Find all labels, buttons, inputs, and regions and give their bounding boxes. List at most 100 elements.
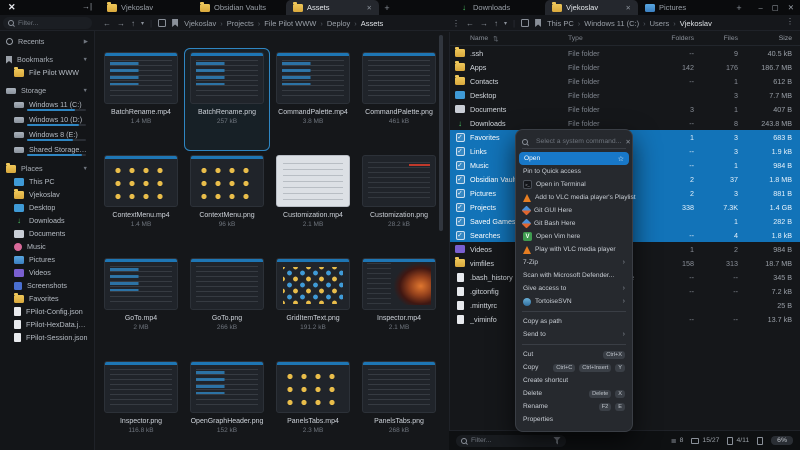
back-icon[interactable]: ← [466,19,474,28]
breadcrumb-segment-assets[interactable]: Assets [361,19,384,28]
menu-item-add-to-vlc-media-player-s-playlist[interactable]: Add to VLC media player's Playlist [516,191,632,204]
sort-icon[interactable]: ⇅ [493,35,498,43]
menu-item-copy[interactable]: CopyCtrl+CCtrl+InsertY [516,361,632,374]
left-breadcrumb[interactable]: Vjekoslav›Projects›File Pilot WWW›Deploy… [184,19,383,28]
sidebar-toggle-icon[interactable]: →| [82,2,92,11]
menu-item-copy-as-path[interactable]: Copy as path [516,315,632,328]
column-size[interactable]: Size [738,35,800,42]
document-icon[interactable] [757,437,763,445]
chevron-right-icon[interactable]: ▶ [84,39,88,45]
menu-item-properties[interactable]: Properties [516,413,632,426]
sidebar-item-desktop[interactable]: Desktop [0,201,94,214]
tab-downloads[interactable]: ↓Downloads [452,0,545,15]
grid-item-customization-mp4[interactable]: Customization.mp42.1 MB [270,151,356,254]
menu-item-rename[interactable]: RenameF2E [516,400,632,413]
checkbox-checked-icon[interactable]: ✓ [456,161,465,170]
grid-item-inspector-mp4[interactable]: Inspector.mp42.1 MB [356,254,442,357]
checkbox-checked-icon[interactable]: ✓ [456,231,465,240]
grid-item-opengraphheader-png[interactable]: OpenGraphHeader.png152 kB [184,357,270,450]
checkbox-checked-icon[interactable]: ✓ [456,203,465,212]
maximize-button[interactable]: ▢ [772,3,779,12]
grid-item-goto-mp4[interactable]: GoTo.mp42 MB [98,254,184,357]
menu-item-send-to[interactable]: Send to› [516,328,632,341]
grid-item-contextmenu-mp4[interactable]: ContextMenu.mp41.4 MB [98,151,184,254]
grid-item-griditemtext-png[interactable]: GridItemText.png191.2 kB [270,254,356,357]
context-menu-search[interactable]: Select a system command... ✕ [522,135,626,149]
minimize-button[interactable]: – [758,3,762,12]
sidebar-header-bookmarks[interactable]: Bookmarks▼ [0,53,94,66]
column-type[interactable]: Type [568,35,583,42]
menu-item-git-bash-here[interactable]: Git Bash Here [516,217,632,230]
close-tab-icon[interactable]: ✕ [367,4,372,12]
breadcrumb-segment-this-pc[interactable]: This PC [547,19,574,28]
tab-vjekoslav[interactable]: Vjekoslav✕ [545,0,638,15]
breadcrumb-segment-vjekoslav[interactable]: Vjekoslav [184,19,216,28]
history-dropdown-icon[interactable]: ▾ [141,20,144,27]
history-dropdown-icon[interactable]: ▾ [504,20,507,27]
grid-item-goto-png[interactable]: GoTo.png266 kB [184,254,270,357]
pane-menu-icon[interactable]: ⋮ [452,19,460,28]
forward-icon[interactable]: → [117,19,125,28]
sidebar-filter-input[interactable]: Filter... [3,17,92,29]
breadcrumb-segment-vjekoslav[interactable]: Vjekoslav [680,19,712,28]
checkbox-checked-icon[interactable]: ✓ [456,147,465,156]
grid-item-contextmenu-png[interactable]: ContextMenu.png96 kB [184,151,270,254]
tab-pictures[interactable]: Pictures [638,0,731,15]
checkbox-checked-icon[interactable]: ✓ [456,217,465,226]
menu-item-play-with-vlc-media-player[interactable]: Play with VLC media player [516,243,632,256]
performance-indicator[interactable]: 6% [771,436,793,445]
filter-options-icon[interactable] [553,437,561,445]
menu-item-pin-to-quick-access[interactable]: Pin to Quick access [516,165,632,178]
right-breadcrumb[interactable]: This PC›Windows 11 (C:)›Users›Vjekoslav [547,19,712,28]
checkbox-checked-icon[interactable]: ✓ [456,189,465,198]
table-row-downloads[interactable]: ↓DownloadsFile folder--8243.8 MB [450,116,800,130]
menu-item-give-access-to[interactable]: Give access to› [516,282,632,295]
checkbox-checked-icon[interactable]: ✓ [456,133,465,142]
new-tab-button[interactable]: + [731,0,747,15]
sidebar-item-fpilot-hexdata-json[interactable]: FPilot-HexData.json [0,318,94,331]
forward-icon[interactable]: → [480,19,488,28]
menu-item-delete[interactable]: DeleteDeleteX [516,387,632,400]
sidebar-item-fpilot-config-json[interactable]: FPilot-Config.json [0,305,94,318]
table-row-contacts[interactable]: ContactsFile folder--1612 B [450,74,800,88]
menu-item-open[interactable]: Open☆ [519,152,629,165]
new-folder-icon[interactable] [158,19,166,27]
sidebar-item-this-pc[interactable]: This PC [0,175,94,188]
sidebar-header-places[interactable]: Places▼ [0,162,94,175]
breadcrumb-segment-projects[interactable]: Projects [227,19,254,28]
sidebar-item-music[interactable]: Music [0,240,94,253]
grid-item-batchrename-mp4[interactable]: BatchRename.mp41.4 MB [98,48,184,151]
chevron-down-icon[interactable]: ▼ [83,166,88,172]
close-button[interactable]: ✕ [788,3,794,12]
menu-item-7-zip[interactable]: 7-Zip› [516,256,632,269]
breadcrumb-segment-users[interactable]: Users [650,19,670,28]
grid-item-commandpalette-mp4[interactable]: CommandPalette.mp43.8 MB [270,48,356,151]
breadcrumb-segment-file-pilot-www[interactable]: File Pilot WWW [264,19,316,28]
column-files[interactable]: Files [694,35,738,42]
tab-assets[interactable]: Assets✕ [286,0,379,15]
bookmark-icon[interactable] [535,19,541,27]
back-icon[interactable]: ← [103,19,111,28]
chevron-down-icon[interactable]: ▼ [83,57,88,63]
table-row-apps[interactable]: AppsFile folder142176186.7 MB [450,60,800,74]
grid-item-commandpalette-png[interactable]: CommandPalette.png461 kB [356,48,442,151]
chevron-down-icon[interactable]: ▼ [83,88,88,94]
sidebar-header-storage[interactable]: Storage▼ [0,84,94,97]
menu-item-open-in-terminal[interactable]: >_Open in Terminal [516,178,632,191]
sidebar-header-recents[interactable]: Recents▶ [0,35,94,48]
scrollbar-thumb[interactable] [439,35,443,231]
sidebar-item-windows-11-c[interactable]: Windows 11 (C:) [0,97,94,112]
sidebar-item-fpilot-session-json[interactable]: FPilot-Session.json [0,331,94,344]
table-row-desktop[interactable]: DesktopFile folder37.7 MB [450,88,800,102]
sidebar-item-shared-storage-f[interactable]: Shared Storage (F:) [0,142,94,157]
list-filter-input[interactable]: Filter... [456,435,566,447]
menu-item-open-vim-here[interactable]: VOpen Vim here [516,230,632,243]
tab-obsidian-vaults[interactable]: Obsidian Vaults [193,0,286,15]
up-icon[interactable]: ↑ [131,19,135,28]
new-folder-icon[interactable] [521,19,529,27]
sidebar-item-videos[interactable]: Videos [0,266,94,279]
up-icon[interactable]: ↑ [494,19,498,28]
new-tab-button[interactable]: + [379,0,395,15]
menu-item-scan-with-microsoft-defender[interactable]: Scan with Microsoft Defender... [516,269,632,282]
favorite-star-icon[interactable]: ☆ [618,155,624,163]
